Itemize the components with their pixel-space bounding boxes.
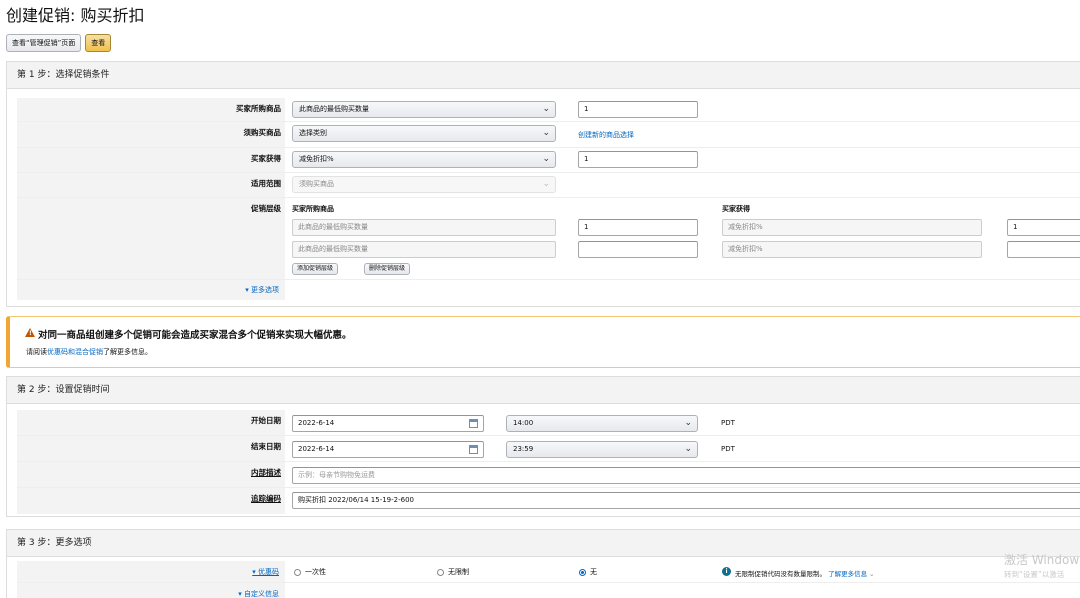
coupon-toggle[interactable]: ▾ 优惠码 xyxy=(252,567,279,577)
top-button-row: 查看“管理促销”页面 查看 xyxy=(6,34,112,52)
buyer-gets-row: 买家获得 减免折扣% ⌄ 1 xyxy=(17,148,1080,173)
info-icon: i xyxy=(722,567,731,576)
step2-panel: 第 2 步：设置促销时间 开始日期 2022-6-14 14:00 ⌄ PDT 结… xyxy=(6,376,1080,517)
warning-title: 对同一商品组创建多个促销可能会造成买家混合多个促销来实现大幅优惠。 xyxy=(38,330,352,341)
buyer-purchases-select[interactable]: 此商品的最低购买数量 ⌄ xyxy=(292,101,556,118)
chevron-down-icon: ⌄ xyxy=(542,154,550,164)
tier2-purchase-value-input[interactable] xyxy=(578,241,698,258)
end-date-input[interactable]: 2022-6-14 xyxy=(292,441,484,458)
coupon-option-once[interactable]: 一次性 xyxy=(294,567,326,577)
tracking-code-label: 追踪编码 xyxy=(251,494,281,503)
tier1-gets-value-input[interactable]: 1 xyxy=(1007,219,1080,236)
custom-info-toggle[interactable]: ▾ 自定义信息 xyxy=(238,589,279,598)
end-timezone: PDT xyxy=(721,445,735,453)
internal-desc-label: 内部描述 xyxy=(251,468,281,477)
start-date-row: 开始日期 2022-6-14 14:00 ⌄ PDT xyxy=(17,410,1080,436)
more-options-toggle[interactable]: ▾ 更多选项 xyxy=(245,285,279,295)
coupon-note: 无限制促销代码没有数量限制。 了解更多信息 ⌄ xyxy=(735,570,875,578)
buyer-gets-label: 买家获得 xyxy=(251,154,281,163)
windows-activation-watermark: 激活 Window 转到“设置”以激活 xyxy=(1004,553,1080,579)
warning-subtext: 请阅读优惠码和混合促销了解更多信息。 xyxy=(26,348,152,356)
coupon-option-unlimited[interactable]: 无限制 xyxy=(437,567,469,577)
tier2-purchase-select[interactable]: 此商品的最低购买数量 xyxy=(292,241,556,258)
applies-to-select: 须购买商品 ⌄ xyxy=(292,176,556,193)
buyer-purchases-label: 买家所购商品 xyxy=(236,104,281,113)
tier1-gets-select[interactable]: 减免折扣% xyxy=(722,219,982,236)
tier1-purchase-select[interactable]: 此商品的最低购买数量 xyxy=(292,219,556,236)
promotion-tiers-row: 促销层级 买家所购商品 买家获得 此商品的最低购买数量 1 减免折扣% 1 此商… xyxy=(17,198,1080,280)
view-button[interactable]: 查看 xyxy=(85,34,112,52)
start-time-select[interactable]: 14:00 ⌄ xyxy=(506,415,698,432)
tiers-col-buyer-purchases: 买家所购商品 xyxy=(292,205,334,213)
start-date-input[interactable]: 2022-6-14 xyxy=(292,415,484,432)
tracking-code-row: 追踪编码 购买折扣 2022/06/14 15-19-2-600 xyxy=(17,488,1080,514)
learn-more-link[interactable]: 了解更多信息 xyxy=(828,570,867,578)
required-items-row: 须购买商品 选择类别 ⌄ 创建新的商品选择 xyxy=(17,122,1080,148)
view-manage-promotions-button[interactable]: 查看“管理促销”页面 xyxy=(6,34,82,52)
coupon-option-none[interactable]: 无 xyxy=(579,567,597,577)
create-product-selection-link[interactable]: 创建新的商品选择 xyxy=(578,130,634,140)
buyer-gets-value-input[interactable]: 1 xyxy=(578,151,698,168)
buyer-purchases-row: 买家所购商品 此商品的最低购买数量 ⌄ 1 xyxy=(17,98,1080,122)
tier2-gets-select[interactable]: 减免折扣% xyxy=(722,241,982,258)
tier2-gets-value-input[interactable] xyxy=(1007,241,1080,258)
calendar-icon[interactable] xyxy=(469,419,478,428)
end-date-row: 结束日期 2022-6-14 23:59 ⌄ PDT xyxy=(17,436,1080,462)
remove-tier-button[interactable]: 删除促销层级 xyxy=(364,263,411,275)
start-date-label: 开始日期 xyxy=(251,416,281,425)
page-title: 创建促销: 购买折扣 xyxy=(6,6,145,25)
coupon-mixing-link[interactable]: 优惠码和混合促销 xyxy=(47,348,103,356)
tier1-purchase-value-input[interactable]: 1 xyxy=(578,219,698,236)
chevron-down-icon: ⌄ xyxy=(542,179,550,189)
promotion-tiers-label: 促销层级 xyxy=(251,204,281,213)
end-date-label: 结束日期 xyxy=(251,442,281,451)
chevron-down-icon: ⌄ xyxy=(869,570,875,578)
step1-header: 第 1 步：选择促销条件 xyxy=(7,62,1080,89)
coupon-row: ▾ 优惠码 一次性 无限制 无 i 无限制促销代码没有数量限制。 了解更多信息 … xyxy=(17,561,1080,583)
more-options-row: ▾ 更多选项 xyxy=(17,280,1080,300)
step2-header: 第 2 步：设置促销时间 xyxy=(7,377,1080,404)
buyer-purchases-quantity-input[interactable]: 1 xyxy=(578,101,698,118)
chevron-down-icon: ⌄ xyxy=(542,128,550,138)
applies-to-row: 适用范围 须购买商品 ⌄ xyxy=(17,173,1080,198)
step3-panel: 第 3 步：更多选项 ▾ 优惠码 一次性 无限制 无 i 无限制促销代码没有数量… xyxy=(6,529,1080,598)
tracking-code-input[interactable]: 购买折扣 2022/06/14 15-19-2-600 xyxy=(292,492,1080,509)
radio-selected-icon xyxy=(579,568,586,576)
required-items-label: 须购买商品 xyxy=(243,128,282,137)
buyer-gets-select[interactable]: 减免折扣% ⌄ xyxy=(292,151,556,168)
custom-info-row: ▾ 自定义信息 xyxy=(17,583,1080,598)
applies-to-label: 适用范围 xyxy=(251,179,281,188)
end-time-select[interactable]: 23:59 ⌄ xyxy=(506,441,698,458)
step3-header: 第 3 步：更多选项 xyxy=(7,530,1080,557)
warning-alert: ! 对同一商品组创建多个促销可能会造成买家混合多个促销来实现大幅优惠。 请阅读优… xyxy=(6,316,1080,368)
radio-icon xyxy=(437,568,444,576)
start-timezone: PDT xyxy=(721,419,735,427)
radio-icon xyxy=(294,568,301,576)
internal-desc-row: 内部描述 示例：母亲节购物免运费 xyxy=(17,462,1080,488)
internal-desc-input[interactable]: 示例：母亲节购物免运费 xyxy=(292,467,1080,484)
tiers-col-buyer-gets: 买家获得 xyxy=(722,205,750,213)
required-items-select[interactable]: 选择类别 ⌄ xyxy=(292,125,556,142)
chevron-down-icon: ⌄ xyxy=(684,444,692,454)
chevron-down-icon: ⌄ xyxy=(542,104,550,114)
calendar-icon[interactable] xyxy=(469,445,478,454)
step1-panel: 第 1 步：选择促销条件 买家所购商品 此商品的最低购买数量 ⌄ 1 须购买商品 … xyxy=(6,61,1080,307)
add-tier-button[interactable]: 添加促销层级 xyxy=(292,263,339,275)
chevron-down-icon: ⌄ xyxy=(684,418,692,428)
